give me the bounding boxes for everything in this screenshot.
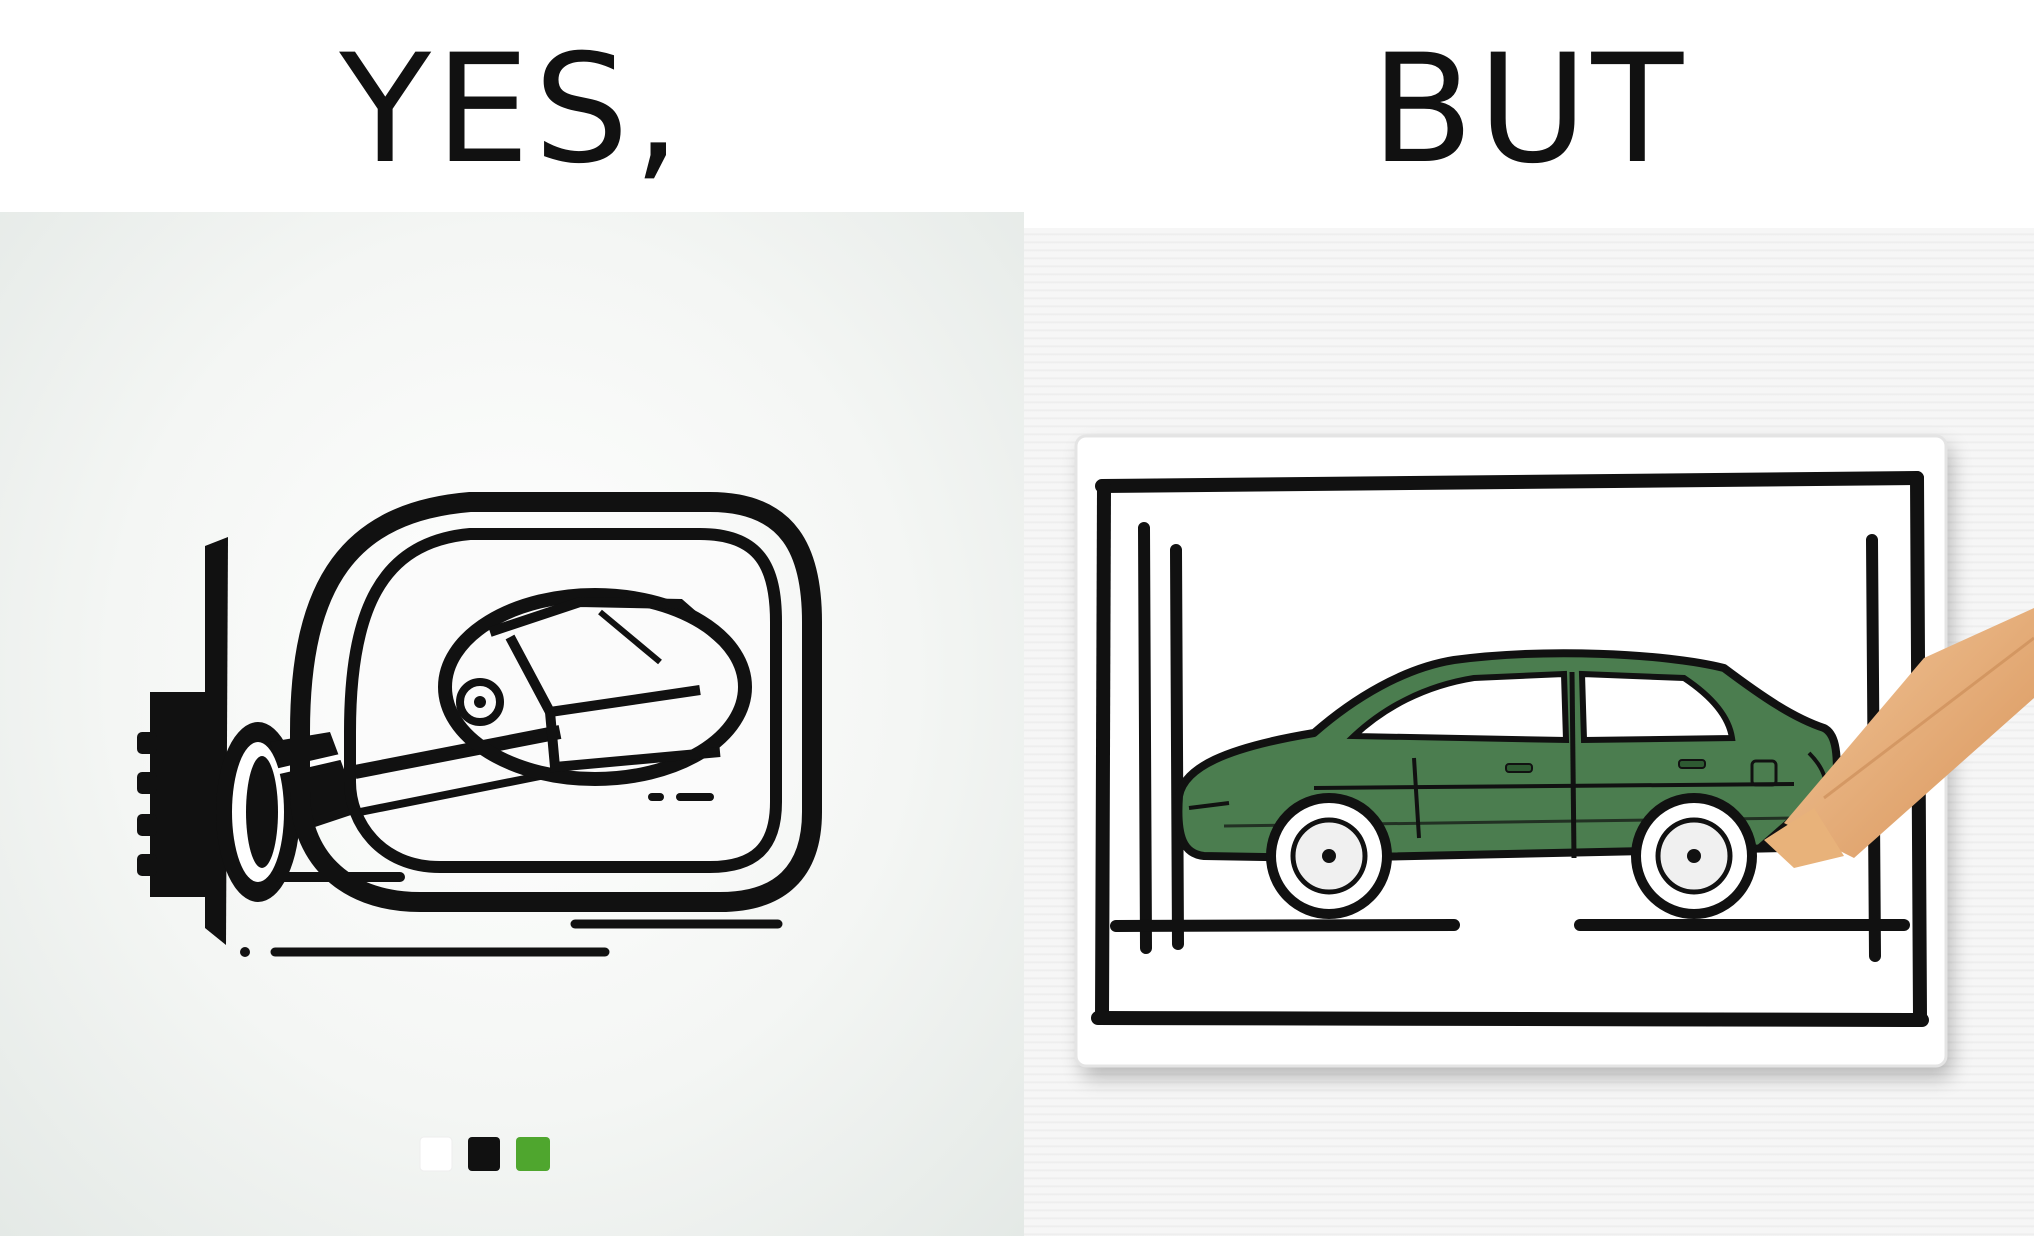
caption-yes: YES, — [339, 23, 685, 197]
swatch-white — [419, 1136, 453, 1172]
drawing-panel — [1024, 228, 2034, 1236]
mirror-panel — [0, 212, 1024, 1236]
side-mirror-icon — [137, 492, 822, 1172]
swatch-green — [516, 1137, 550, 1171]
car-drawing-on-card — [1074, 434, 2034, 1078]
swatch-black — [468, 1137, 500, 1171]
caption-but: BUT — [1370, 23, 1688, 197]
meme-canvas: YES, BUT — [0, 0, 2034, 1236]
